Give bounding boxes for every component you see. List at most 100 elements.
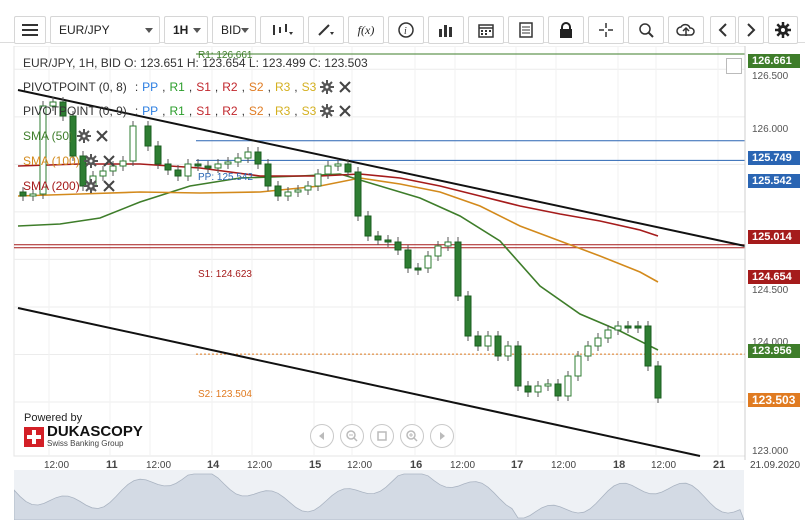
candle-body [29,193,37,197]
instrument-value: EUR/JPY [59,23,110,37]
chart-type-icon[interactable] [260,16,304,44]
dukascopy-logo: DUKASCOPY Swiss Banking Group [24,423,143,448]
timeframe-value: 1H [173,23,189,37]
crosshair-icon[interactable] [588,16,624,44]
candle-body [274,185,282,197]
price-label-r1: 126.661 [748,54,800,68]
candle-body [164,163,172,171]
lock-icon[interactable] [548,16,584,44]
price-label-sma50: 123.956 [748,344,800,358]
info-icon[interactable]: i [388,16,424,44]
scroll-right-icon[interactable] [430,424,454,448]
pivot-2-r2: R2 [222,104,238,118]
brand-name: DUKASCOPY [47,423,143,440]
gear-icon[interactable] [77,129,92,143]
close-icon[interactable] [102,154,116,168]
candle-body [444,241,452,247]
candle-body [474,335,482,347]
candle-body [454,241,462,297]
brand-sub: Swiss Banking Group [47,439,124,448]
close-icon[interactable] [102,179,116,193]
next-icon[interactable] [738,16,764,44]
price-tick: 124.500 [752,285,789,296]
price-tick: 123.000 [752,446,789,457]
prev-icon[interactable] [710,16,736,44]
pivot-1-s2: S2 [248,80,264,94]
candle-body [244,151,252,159]
candle-body [264,163,272,187]
candle-body [394,241,402,251]
candle-body [314,173,322,187]
pivot-2-name: PIVOTPOINT (0, 9) [23,104,127,118]
time-label: 21.09.2020 [750,460,801,471]
scroll-left-icon[interactable] [310,424,334,448]
price-label-sma200: 125.014 [748,230,800,244]
candle-body [214,163,222,169]
candle-body [224,161,232,165]
candle-body [574,355,582,377]
sma200-label: SMA (200) [23,179,80,193]
price-tick: 126.500 [752,71,789,82]
news-icon[interactable] [508,16,544,44]
gear-icon[interactable] [320,104,335,118]
pivot-1-name: PIVOTPOINT (0, 8) [23,80,127,94]
zoom-icon[interactable] [628,16,664,44]
candle-body [119,160,127,167]
toolbar: EUR/JPY 1H BID f(x) i [0,0,805,44]
draw-line-icon[interactable] [308,16,344,44]
hamburger-icon[interactable] [14,16,46,44]
candle-body [384,239,392,243]
zoom-in-icon[interactable] [400,424,424,448]
indicators-icon[interactable] [428,16,464,44]
price-tick: 126.000 [752,124,789,135]
candle-body [374,235,382,241]
candle-body [434,245,442,257]
candle-body [484,335,492,347]
gear-icon[interactable] [83,154,98,168]
instrument-select[interactable]: EUR/JPY [50,16,160,44]
candle-body [614,325,622,331]
candle-body [194,163,202,167]
pivot-2-sep: : [134,104,139,118]
candle-body [414,267,422,271]
zoom-out-icon[interactable] [340,424,364,448]
reset-zoom-icon[interactable] [370,424,394,448]
candle-body [174,169,182,177]
close-icon[interactable] [338,80,352,94]
navigator-strip[interactable] [14,470,744,520]
close-icon[interactable] [338,104,352,118]
timeframe-select[interactable]: 1H [164,16,208,44]
gear-icon[interactable] [83,179,98,193]
candle-body [604,329,612,339]
candle-body [284,191,292,197]
side-select[interactable]: BID [212,16,256,44]
candle-body [624,325,632,329]
candle-body [654,365,662,399]
gear-icon[interactable] [320,80,335,94]
chart-navigation [310,424,454,448]
cloud-upload-icon[interactable] [668,16,704,44]
ohlc-text: EUR/JPY, 1H, BID O: 123.651 H: 123.654 L… [23,56,368,70]
sma50-label: SMA (50) [23,129,74,143]
candle-body [204,165,212,169]
pivot-1-s3: S3 [301,80,317,94]
candle-body [304,185,312,191]
candle-body [404,249,412,269]
calendar-icon[interactable] [468,16,504,44]
settings-icon[interactable] [768,16,798,44]
expand-icon[interactable] [726,58,742,74]
ohlc-legend: EUR/JPY, 1H, BID O: 123.651 H: 123.654 L… [23,56,368,70]
candle-body [504,345,512,357]
candle-body [634,325,642,329]
price-label-pp: 125.542 [748,174,800,188]
candle-body [584,345,592,357]
candle-body [554,383,562,397]
candle-body [344,163,352,173]
formula-icon[interactable]: f(x) [348,16,384,44]
candle-body [644,325,652,367]
pivot-legend-2: PIVOTPOINT (0, 9) : PP, R1, S1, R2, S2, … [23,104,352,118]
close-icon[interactable] [95,129,109,143]
candle-body [594,337,602,347]
candle-body [184,163,192,177]
pivot-2-pp: PP [142,104,159,118]
